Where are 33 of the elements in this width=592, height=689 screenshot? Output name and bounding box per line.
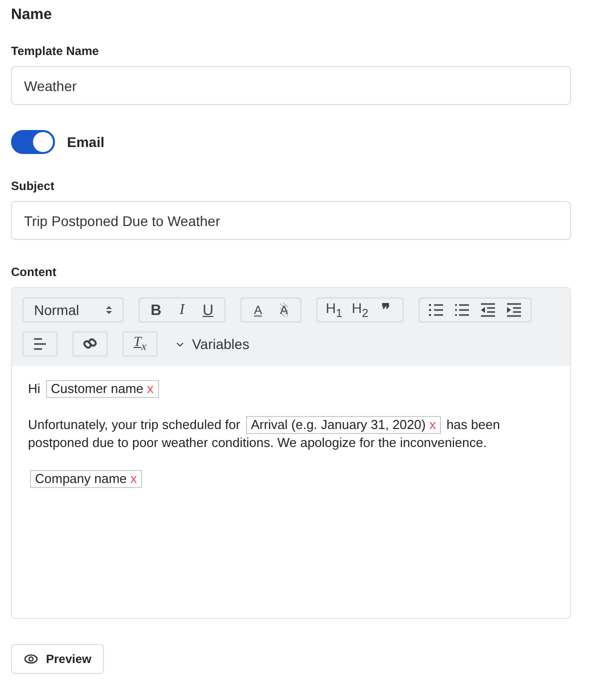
outdent-icon [480, 303, 496, 317]
message-paragraph: Hi Customer name x [28, 380, 554, 398]
subject-field[interactable]: Trip Postponed Due to Weather [11, 201, 571, 240]
header-button[interactable]: H$_{1}$ [322, 299, 346, 321]
align-left-icon [33, 337, 47, 351]
chevron-down-icon [176, 342, 184, 346]
eye-icon [24, 654, 38, 664]
message-paragraph: Company name x [28, 470, 554, 488]
message-paragraph: Unfortunately, your trip scheduled for Arrival (e.g. January 31, 2020) x has been postponed due to poor weather conditions. We apologize for the inconvenience. [28, 416, 501, 452]
section-title: Name [11, 6, 53, 23]
field-label: Subject [11, 179, 56, 193]
background-button[interactable]: A [272, 299, 296, 321]
link-icon [83, 337, 97, 351]
blockquote-button[interactable]: ❞ [374, 299, 398, 321]
field-label: Template Name [11, 44, 100, 58]
email-toggle[interactable] [11, 130, 55, 154]
preview-button[interactable]: Preview [11, 644, 104, 674]
header-button[interactable]: H$_{2}$ [348, 299, 372, 321]
bullet-list-icon [454, 303, 470, 317]
field-label: Content [11, 265, 58, 279]
italic-button[interactable]: I [170, 299, 194, 321]
format-select[interactable]: Normal [28, 299, 118, 321]
variables-dropdown[interactable]: Variables [172, 336, 254, 352]
indent-icon [506, 303, 522, 317]
template-name-field[interactable]: Weather [11, 66, 571, 105]
color-button[interactable]: A [246, 299, 270, 321]
bold-button[interactable]: B [144, 299, 168, 321]
toggle-label: Email [67, 134, 104, 150]
up-down-caret-icon [106, 305, 112, 315]
underline-button[interactable]: U [196, 299, 220, 321]
editor-body[interactable]: Hi Customer name x Unfortunately, your trip scheduled for Arrival (e.g. January 31, 2020) x has been postponed due to poor weather conditions. We apologize for the inconvenience. Company name x [12, 366, 570, 618]
clean-button[interactable]: T$_{x}$ [128, 333, 152, 355]
numbered-list-icon [428, 303, 444, 317]
